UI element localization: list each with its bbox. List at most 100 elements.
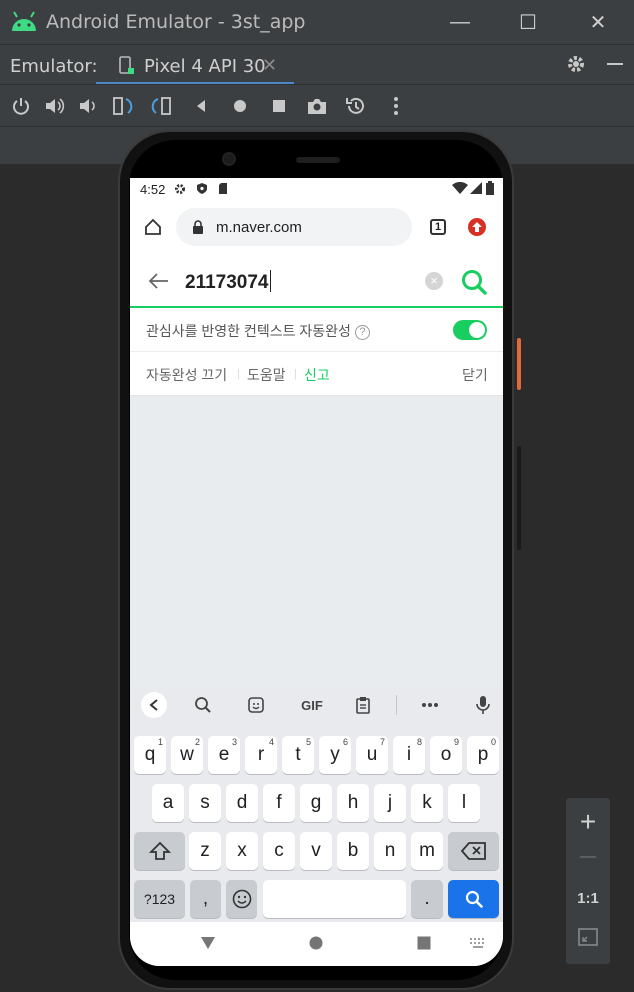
nav-overview-icon[interactable]	[417, 936, 431, 950]
browser-home-icon[interactable]	[144, 218, 162, 236]
status-bar: 4:52	[130, 178, 503, 200]
key-j[interactable]: j	[374, 784, 406, 822]
close-window-button[interactable]: ✕	[568, 0, 628, 44]
zoom-in-button[interactable]: +	[566, 806, 610, 838]
search-icon[interactable]	[460, 268, 488, 296]
key-r[interactable]: r4	[245, 736, 277, 774]
volume-up-icon[interactable]	[42, 93, 68, 119]
more-options-icon[interactable]	[418, 694, 442, 716]
symbols-key[interactable]: ?123	[134, 880, 185, 918]
key-p[interactable]: p0	[467, 736, 499, 774]
key-n[interactable]: n	[374, 832, 406, 870]
wifi-status-icon	[452, 182, 468, 194]
help-link[interactable]: 도움말	[247, 365, 286, 385]
battery-status-icon	[486, 181, 494, 195]
key-f[interactable]: f	[263, 784, 295, 822]
emulator-tab-bar: Emulator: Pixel 4 API 30 ✕	[0, 44, 634, 85]
content-area	[130, 396, 503, 686]
android-logo-icon	[12, 11, 36, 31]
key-k[interactable]: k	[411, 784, 443, 822]
zoom-panel: + — 1:1	[566, 798, 610, 964]
report-link[interactable]: 신고	[304, 365, 330, 385]
keyboard-search-icon[interactable]	[191, 694, 215, 716]
nav-back-icon[interactable]	[200, 936, 216, 950]
settings-gear-icon[interactable]	[565, 53, 587, 75]
back-arrow-icon[interactable]	[148, 272, 170, 290]
key-z[interactable]: z	[189, 832, 221, 870]
fit-screen-icon[interactable]	[578, 928, 598, 946]
sdcard-status-icon	[219, 183, 227, 194]
key-y[interactable]: y6	[319, 736, 351, 774]
key-u[interactable]: u7	[356, 736, 388, 774]
key-x[interactable]: x	[226, 832, 258, 870]
nav-home-icon[interactable]	[309, 936, 323, 950]
shift-arrow-icon	[148, 841, 171, 860]
autocomplete-off-link[interactable]: 자동완성 끄기	[146, 365, 227, 385]
rotate-left-icon[interactable]	[110, 93, 136, 119]
snapshot-icon[interactable]	[343, 93, 369, 119]
search-bar: 21173074 ×	[130, 256, 503, 308]
key-b[interactable]: b	[337, 832, 369, 870]
help-question-icon[interactable]: ?	[354, 325, 370, 340]
home-icon[interactable]	[227, 93, 253, 119]
key-o[interactable]: o9	[430, 736, 462, 774]
key-s[interactable]: s	[189, 784, 221, 822]
backspace-icon	[460, 842, 486, 860]
microphone-icon[interactable]	[471, 694, 495, 716]
update-arrow-icon[interactable]	[467, 217, 487, 237]
key-v[interactable]: v	[300, 832, 332, 870]
shift-key[interactable]	[134, 832, 185, 870]
zoom-1to1-button[interactable]: 1:1	[566, 890, 610, 907]
volume-down-icon[interactable]	[76, 93, 102, 119]
key-h[interactable]: h	[337, 784, 369, 822]
tab-label: Pixel 4 API 30	[144, 56, 266, 77]
key-l[interactable]: l	[448, 784, 480, 822]
space-key[interactable]	[263, 880, 406, 918]
key-m[interactable]: m	[411, 832, 443, 870]
key-i[interactable]: i8	[393, 736, 425, 774]
period-key[interactable]: .	[411, 880, 443, 918]
tab-switcher-button[interactable]: 1	[430, 219, 446, 235]
more-icon[interactable]	[383, 93, 409, 119]
close-link[interactable]: 닫기	[462, 365, 488, 385]
collapse-chevron-icon[interactable]	[141, 692, 167, 718]
context-autocomplete-toggle[interactable]	[453, 320, 487, 340]
tab-close-icon[interactable]: ✕	[262, 55, 277, 76]
key-d[interactable]: d	[226, 784, 258, 822]
toolbar-divider	[396, 695, 397, 715]
backspace-key[interactable]	[448, 832, 499, 870]
front-camera-icon	[222, 152, 236, 166]
power-side-button[interactable]	[517, 338, 521, 390]
emulator-toolbar	[0, 84, 634, 126]
search-input[interactable]: 21173074	[185, 270, 271, 294]
hide-panel-icon[interactable]	[604, 53, 626, 75]
comma-key[interactable]: ,	[190, 880, 221, 918]
volume-side-button[interactable]	[517, 446, 521, 550]
emoji-key[interactable]	[226, 880, 257, 918]
back-icon[interactable]	[188, 93, 214, 119]
key-a[interactable]: a	[152, 784, 184, 822]
key-t[interactable]: t5	[282, 736, 314, 774]
key-q[interactable]: q1	[134, 736, 166, 774]
maximize-button[interactable]: ☐	[498, 0, 558, 44]
minimize-button[interactable]: —	[430, 0, 490, 44]
zoom-out-button[interactable]: —	[566, 848, 610, 866]
overview-icon[interactable]	[266, 93, 292, 119]
search-submit-key[interactable]	[448, 880, 499, 918]
keyboard-switch-icon[interactable]	[470, 938, 486, 950]
power-icon[interactable]	[8, 93, 34, 119]
key-c[interactable]: c	[263, 832, 295, 870]
rotate-right-icon[interactable]	[148, 93, 174, 119]
tab-pixel4[interactable]: Pixel 4 API 30 ✕	[96, 45, 294, 85]
gif-button[interactable]: GIF	[295, 694, 329, 716]
url-bar[interactable]: m.naver.com	[176, 208, 412, 246]
context-autocomplete-label: 관심사를 반영한 컨텍스트 자동완성?	[146, 321, 370, 341]
signal-status-icon	[470, 182, 482, 194]
screenshot-icon[interactable]	[304, 93, 330, 119]
clipboard-icon[interactable]	[351, 694, 375, 716]
clear-search-button[interactable]: ×	[425, 272, 443, 290]
key-w[interactable]: w2	[171, 736, 203, 774]
key-e[interactable]: e3	[208, 736, 240, 774]
sticker-icon[interactable]	[244, 694, 268, 716]
key-g[interactable]: g	[300, 784, 332, 822]
